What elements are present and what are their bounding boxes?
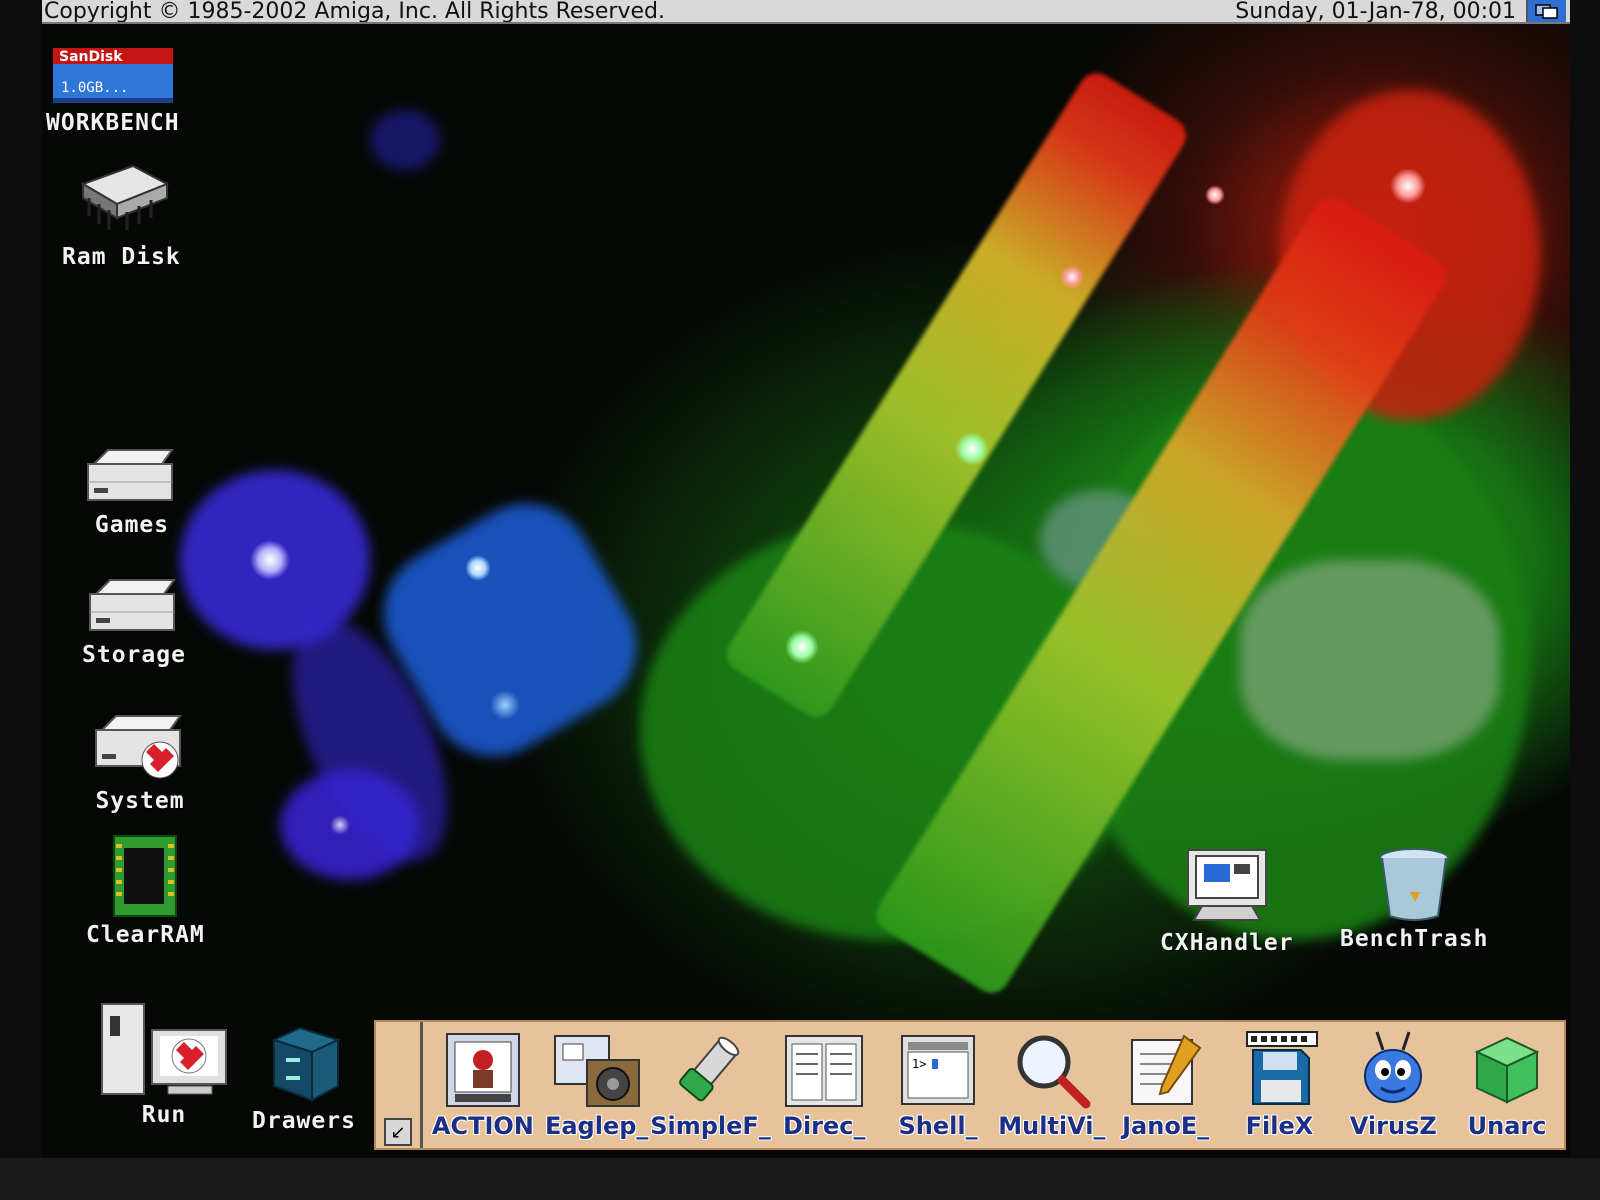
dock-item-multiview[interactable]: MultiVi_ (998, 1022, 1106, 1140)
dock-item-filex[interactable]: FileX (1225, 1022, 1333, 1140)
monitor-bezel-right (1570, 0, 1600, 1200)
desktop-icon-benchtrash[interactable]: BenchTrash (1340, 846, 1488, 952)
desktop-icon-games[interactable]: Games (84, 446, 180, 538)
flashlight-icon (679, 1036, 740, 1102)
shell-icon: 1> (901, 1035, 976, 1105)
monitor-bezel-bottom (0, 1158, 1600, 1200)
ram-chip-icon (81, 164, 170, 230)
desktop-icon-clearram[interactable]: ClearRAM (86, 834, 205, 948)
drawer-drive-icon (88, 579, 176, 631)
desktop-icon-system[interactable]: System (92, 712, 188, 814)
desktop-icon-label: Storage (82, 642, 186, 668)
desktop-icon-label: ClearRAM (86, 922, 205, 948)
dock-item-action[interactable]: ACTION (429, 1022, 537, 1140)
dock-item-label: Eaglep_ (544, 1112, 649, 1140)
copyright-text: Copyright © 1985-2002 Amiga, Inc. All Ri… (44, 0, 665, 24)
svg-text:1>: 1> (912, 1057, 926, 1071)
dock-item-label: FileX (1245, 1112, 1314, 1140)
dock-item-unarc[interactable]: Unarc (1453, 1022, 1561, 1140)
dock-items: ACTION Eaglep_ SimpleF_ Direc_ 1> Shell_… (426, 1022, 1564, 1148)
dock-item-label: Shell_ (898, 1112, 978, 1140)
notepad-icon (1130, 1034, 1202, 1105)
desktop-icon-label: System (95, 788, 185, 814)
directory-icon (785, 1035, 864, 1107)
workbench-desktop: Copyright © 1985-2002 Amiga, Inc. All Ri… (0, 0, 1600, 1200)
monitor-bezel-left (0, 0, 42, 1200)
cabinet-icon (271, 1026, 341, 1102)
dock-item-directory[interactable]: Direc_ (770, 1022, 878, 1140)
screen-title-bar: Copyright © 1985-2002 Amiga, Inc. All Ri… (40, 0, 1570, 24)
desktop-icon-cxhandler[interactable]: CXHandler (1160, 846, 1294, 956)
trash-can-icon (1379, 848, 1450, 921)
green-cube-icon (1474, 1036, 1540, 1104)
drawer-drive-icon (87, 449, 174, 501)
disk-file-icon (1246, 1031, 1319, 1105)
dock-item-label: Unarc (1467, 1112, 1547, 1140)
svg-text:SanDisk: SanDisk (59, 49, 123, 65)
desktop-icon-label: CXHandler (1160, 930, 1294, 956)
dock-item-simplefind[interactable]: SimpleF_ (650, 1022, 771, 1140)
desktop-icon-workbench[interactable]: SanDisk 1.0GB... WORKBENCH (46, 46, 180, 136)
bug-icon (1364, 1031, 1423, 1103)
desktop-icon-label: Ram Disk (62, 244, 181, 270)
action-icon (445, 1033, 520, 1107)
dock-item-virusz[interactable]: VirusZ (1339, 1022, 1447, 1140)
desktop-icon-label: Games (94, 512, 170, 538)
desktop-icon-drawers[interactable]: Drawers (252, 1024, 356, 1134)
desktop-icon-label: BenchTrash (1340, 926, 1489, 952)
memory-board-icon (113, 835, 178, 917)
desktop-icon-ram-disk[interactable]: Ram Disk (62, 160, 181, 270)
dock-item-eagleplayer[interactable]: Eaglep_ (543, 1022, 651, 1140)
dock-item-label: VirusZ (1349, 1112, 1437, 1140)
desktop-icon-label: Drawers (252, 1108, 356, 1134)
monitor-icon (1186, 849, 1267, 921)
app-dock: ↙ ACTION Eaglep_ SimpleF_ Direc_ 1> Shel… (374, 1020, 1566, 1150)
dock-item-janoeditor[interactable]: JanoE_ (1112, 1022, 1220, 1140)
dock-item-label: JanoE_ (1122, 1112, 1210, 1140)
dock-item-shell[interactable]: 1> Shell_ (884, 1022, 992, 1140)
magnifier-icon (1017, 1035, 1091, 1109)
clock-text: Sunday, 01-Jan-78, 00:01 (1235, 0, 1516, 24)
eagleplayer-icon (553, 1035, 640, 1107)
dock-handle[interactable]: ↙ (376, 1022, 423, 1148)
desktop-icon-storage[interactable]: Storage (82, 576, 186, 668)
dock-item-label: SimpleF_ (650, 1112, 771, 1140)
dock-item-label: Direc_ (783, 1112, 866, 1140)
desktop-icon-label: WORKBENCH (46, 110, 180, 136)
screen-depth-icon[interactable] (1526, 0, 1566, 22)
system-drive-icon (95, 715, 182, 779)
desktop-icon-run[interactable]: Run (98, 1002, 230, 1128)
dock-item-label: ACTION (431, 1112, 534, 1140)
desktop-icon-label: Run (141, 1102, 187, 1128)
dock-arrow-icon[interactable]: ↙ (384, 1118, 412, 1146)
dock-item-label: MultiVi_ (998, 1112, 1106, 1140)
svg-text:1.0GB...: 1.0GB... (61, 80, 128, 96)
sandisk-drive-icon: SanDisk 1.0GB... (52, 48, 173, 103)
computer-tower-icon (101, 1003, 227, 1095)
